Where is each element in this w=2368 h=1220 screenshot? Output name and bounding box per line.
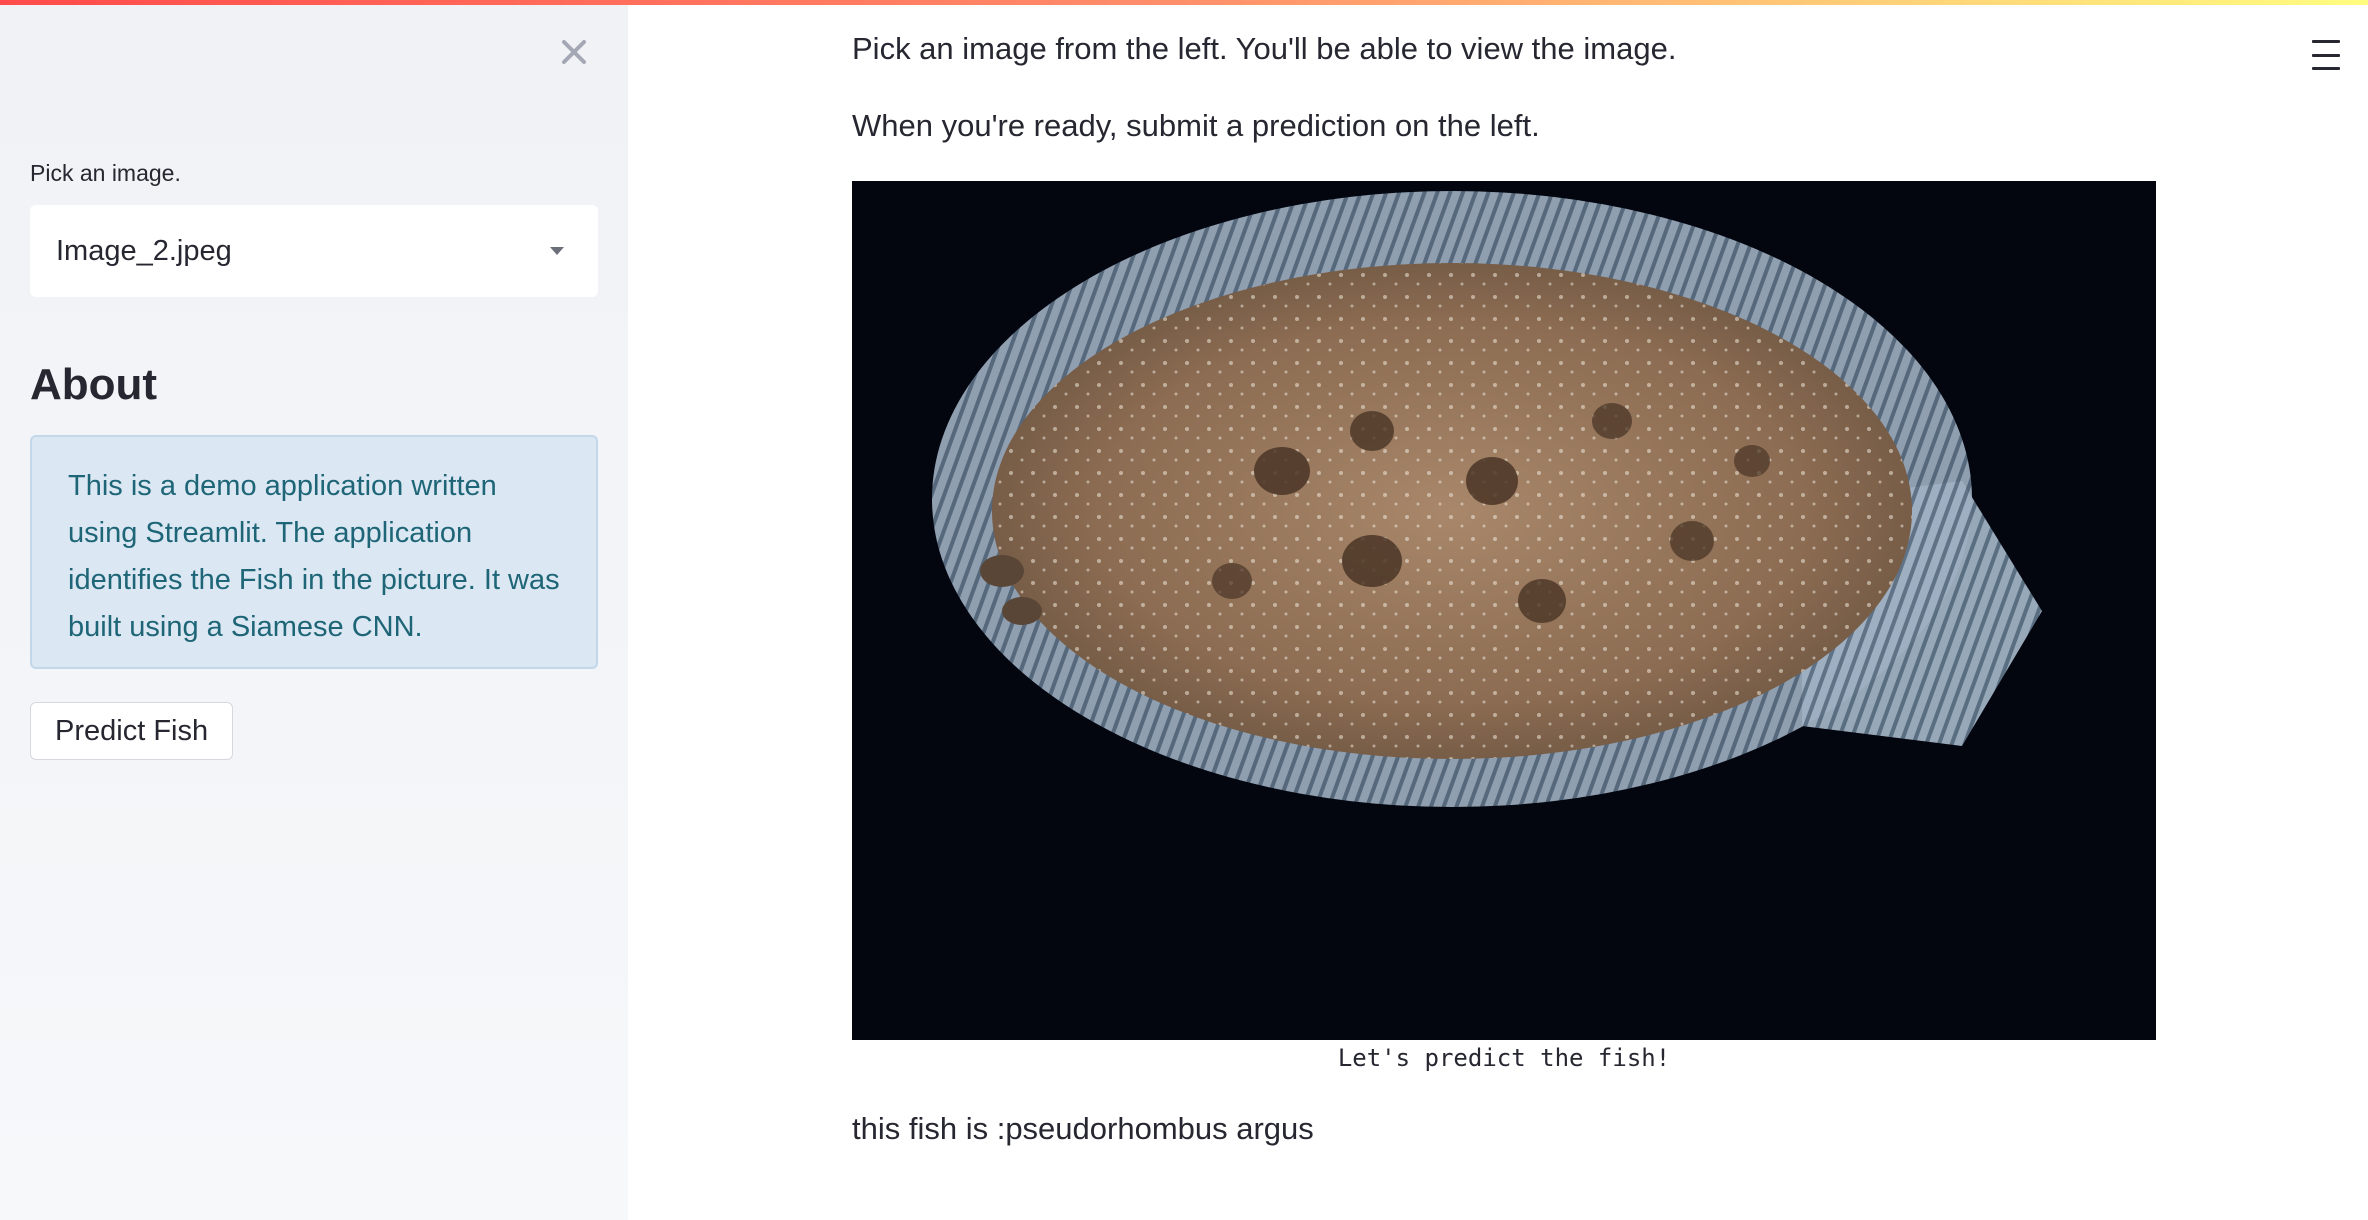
prediction-result: this fish is :pseudorhombus argus xyxy=(852,1111,1314,1146)
image-caption: Let's predict the fish! xyxy=(1337,1044,1671,1072)
instruction-text-2: When you're ready, submit a prediction o… xyxy=(852,108,1540,143)
chevron-down-icon xyxy=(550,247,564,255)
close-icon xyxy=(562,40,586,64)
close-sidebar-button[interactable] xyxy=(556,34,592,70)
fish-illustration xyxy=(852,181,2156,1040)
top-decoration-bar xyxy=(0,0,2368,5)
about-heading: About xyxy=(30,360,158,409)
hamburger-menu-icon[interactable] xyxy=(2308,38,2344,72)
fish-image xyxy=(852,181,2156,1040)
select-value: Image_2.jpeg xyxy=(56,234,232,267)
image-select[interactable]: Image_2.jpeg xyxy=(30,205,598,297)
sidebar: Pick an image. Image_2.jpeg About This i… xyxy=(0,0,628,1220)
select-label: Pick an image. xyxy=(30,160,181,186)
predict-fish-button[interactable]: Predict Fish xyxy=(30,702,234,760)
instruction-text-1: Pick an image from the left. You'll be a… xyxy=(852,31,1677,66)
about-info-box: This is a demo application written using… xyxy=(30,435,598,669)
